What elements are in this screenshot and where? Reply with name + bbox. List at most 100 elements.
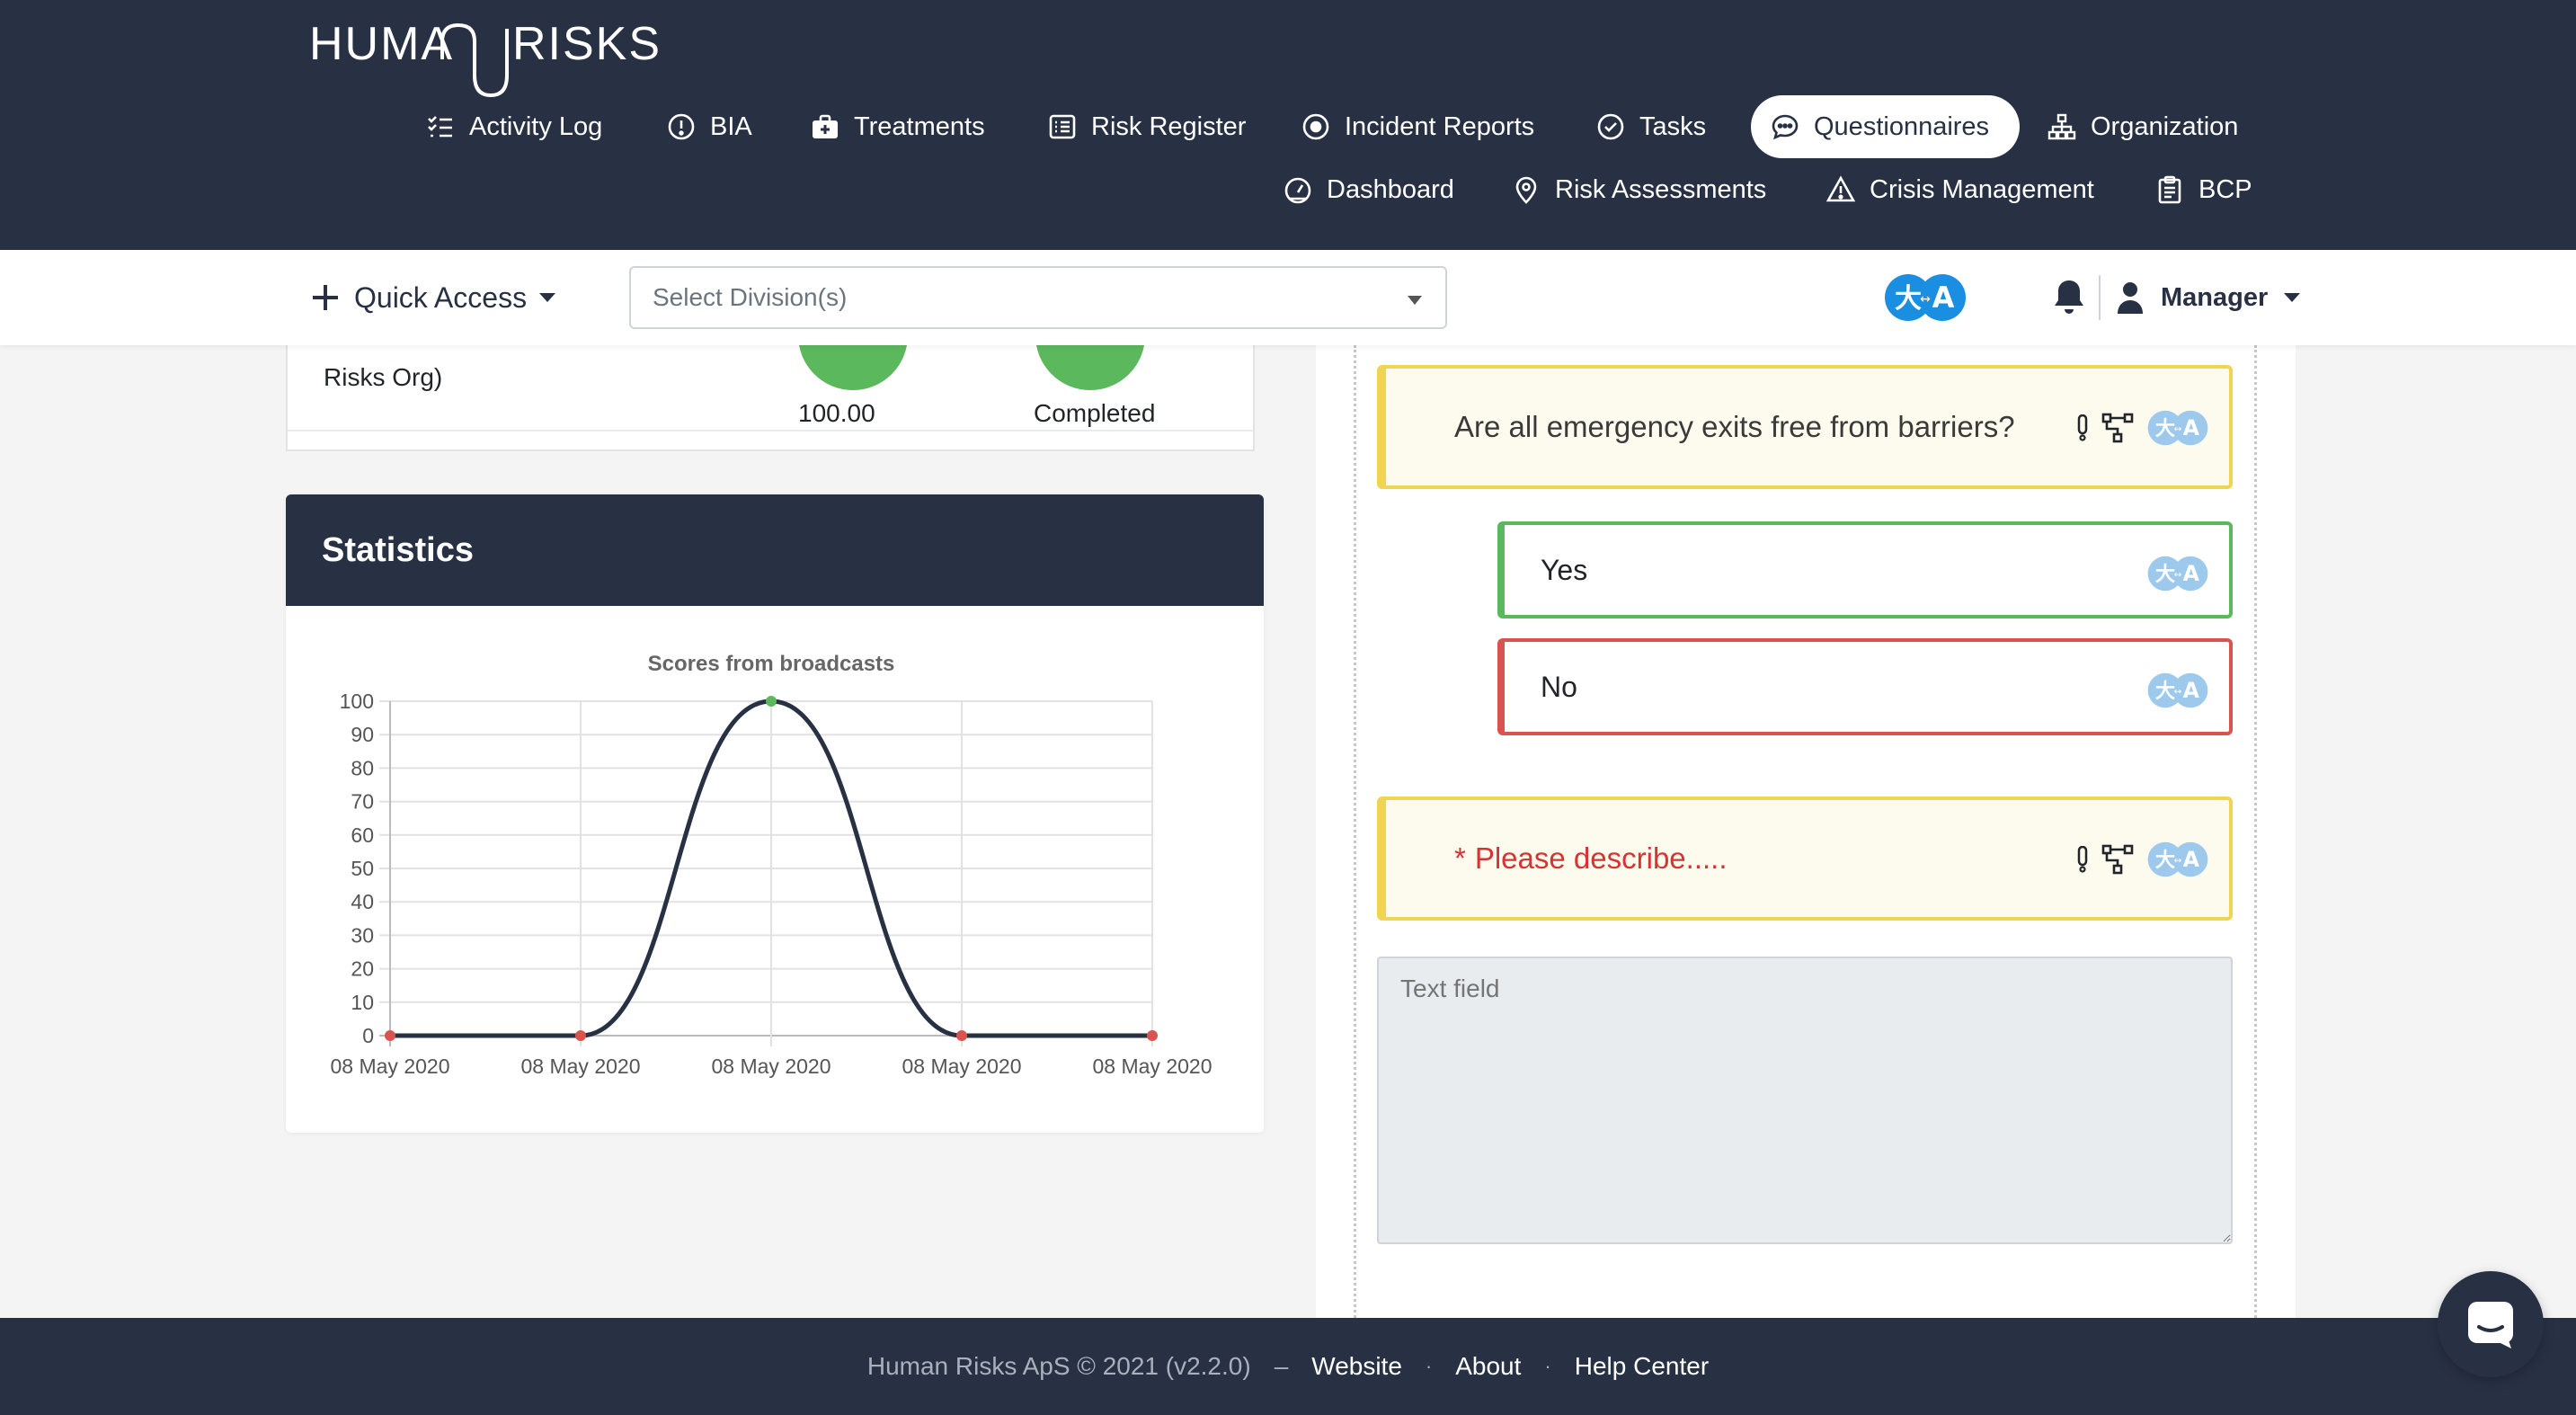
svg-text:↔: ↔ <box>2174 855 2182 866</box>
statistics-title: Statistics <box>322 530 474 569</box>
chart-y-tick-label: 100 <box>340 690 374 713</box>
question-card-describe[interactable]: * Please describe..... 大 ↔ A <box>1377 796 2233 921</box>
nav-bcp[interactable]: BCP <box>2155 158 2252 221</box>
nav-bia[interactable]: BIA <box>667 95 752 158</box>
chart-y-tick-label: 10 <box>351 991 374 1014</box>
chevron-down-icon <box>1408 296 1422 305</box>
map-marker-icon <box>1515 176 1537 204</box>
broadcast-table-fragment: Risks Org) 100.00 Completed <box>286 280 1255 451</box>
statistics-card: Statistics Scores from broadcasts 0 10 20 30… <box>286 494 1264 1133</box>
chart-x-tick-label: 08 May 2020 <box>1093 1055 1212 1078</box>
nav-label: Tasks <box>1639 111 1707 141</box>
footer-copyright: Human Risks ApS © 2021 (v2.2.0) <box>866 1352 1251 1380</box>
nav-tasks[interactable]: Tasks <box>1596 95 1706 158</box>
svg-text:大: 大 <box>2155 680 2175 703</box>
check-circle-icon <box>1597 113 1624 140</box>
svg-text:↔: ↔ <box>2174 423 2182 434</box>
quick-access-label: Quick Access <box>354 280 528 314</box>
svg-text:HUMA: HUMA <box>309 20 454 70</box>
translate-icon[interactable]: 大↔ A <box>2146 410 2209 446</box>
division-select[interactable]: Select Division(s) <box>629 266 1447 329</box>
question-actions: 大 ↔ A <box>2076 410 2209 446</box>
svg-text:大: 大 <box>1895 283 1922 315</box>
required-marker: * <box>1454 841 1466 875</box>
nav-crisis-management[interactable]: Crisis Management <box>1826 158 2094 221</box>
footer-link-help-center[interactable]: Help Center <box>1575 1352 1709 1381</box>
table-row-score: 100.00 <box>798 399 875 427</box>
footer-link-about[interactable]: About <box>1455 1352 1521 1381</box>
table-row-label: Risks Org) <box>324 363 443 391</box>
svg-text:A: A <box>2183 678 2200 703</box>
describe-textarea[interactable] <box>1377 957 2233 1244</box>
chart-y-tick-label: 30 <box>351 923 374 947</box>
quick-access-dropdown[interactable]: Quick Access <box>309 275 556 320</box>
nav-questionnaires[interactable]: Questionnaires <box>1751 95 2021 158</box>
chart-y-tick-label: 0 <box>362 1024 374 1047</box>
chart-x-tick-label: 08 May 2020 <box>521 1055 641 1078</box>
svg-text:大: 大 <box>2155 849 2175 872</box>
nav-organization[interactable]: Organization <box>2047 95 2238 158</box>
clipboard-icon <box>2158 175 2181 204</box>
svg-text:↔: ↔ <box>1920 292 1931 307</box>
user-menu-dropdown[interactable]: Manager <box>2116 275 2301 320</box>
branching-icon[interactable] <box>2101 844 2134 875</box>
nav-dashboard[interactable]: Dashboard <box>1284 158 1454 221</box>
nav-risk-register[interactable]: Risk Register <box>1048 95 1246 158</box>
question-actions: 大 ↔ A <box>2076 841 2209 877</box>
nav-label: Risk Register <box>1091 111 1247 141</box>
chevron-down-icon <box>539 293 556 302</box>
flow-line-left <box>1354 345 1356 1318</box>
chart-x-tick-label: 08 May 2020 <box>902 1055 1022 1078</box>
svg-text:A: A <box>1932 280 1955 315</box>
exclamation-circle-icon <box>668 113 695 140</box>
nav-label: Questionnaires <box>1814 111 1990 141</box>
footer-separator: · <box>1425 1355 1433 1377</box>
translate-icon[interactable]: 大 ↔ A <box>1884 273 1967 322</box>
nav-activity-log[interactable]: Activity Log <box>426 95 602 158</box>
plus-icon <box>313 285 338 310</box>
chat-launcher-button[interactable] <box>2438 1271 2544 1377</box>
nav-label: Dashboard <box>1327 174 1454 204</box>
bell-icon[interactable] <box>2051 277 2087 316</box>
questionnaire-panel: Are all emergency exits free from barrie… <box>1316 345 2296 1318</box>
user-icon <box>2118 282 2143 314</box>
nav-label: BCP <box>2198 174 2252 204</box>
nav-label: BIA <box>710 111 752 141</box>
answer-option-no[interactable]: No 大 ↔ A <box>1497 638 2233 735</box>
svg-text:A: A <box>2183 561 2200 586</box>
translate-icon[interactable]: 大↔ A <box>2146 556 2209 592</box>
chart-data-point <box>575 1030 586 1041</box>
toolbar-divider <box>2099 275 2101 320</box>
chart-data-point <box>956 1030 967 1041</box>
answer-option-yes[interactable]: Yes 大 ↔ A <box>1497 521 2233 619</box>
nav-label: Treatments <box>854 111 985 141</box>
exclamation-icon[interactable] <box>2076 846 2089 873</box>
question-text: Are all emergency exits free from barrie… <box>1454 410 2015 443</box>
chart-y-tick-label: 80 <box>351 756 374 779</box>
chevron-down-icon <box>2284 293 2301 302</box>
chart-y-tick-label: 70 <box>351 790 374 814</box>
question-text: Please describe..... <box>1474 841 1728 875</box>
footer: Human Risks ApS © 2021 (v2.2.0) – Websit… <box>0 1318 2576 1415</box>
svg-text:A: A <box>2183 415 2200 441</box>
nav-treatments[interactable]: Treatments <box>811 95 985 158</box>
chart-y-tick-label: 90 <box>351 723 374 746</box>
translate-icon[interactable]: 大↔ A <box>2146 841 2209 877</box>
answer-label: Yes <box>1541 553 1588 586</box>
exclamation-icon[interactable] <box>2076 414 2089 441</box>
chart-x-tick-label: 08 May 2020 <box>331 1055 450 1078</box>
translate-icon[interactable]: 大↔ A <box>2146 672 2209 708</box>
nav-risk-assessments[interactable]: Risk Assessments <box>1512 158 1766 221</box>
human-risks-logo[interactable]: HUMA RISKS <box>309 20 669 102</box>
statistics-header: Statistics <box>286 494 1264 606</box>
chart-y-tick-label: 20 <box>351 957 374 981</box>
chat-icon <box>2468 1302 2513 1348</box>
branching-icon[interactable] <box>2101 413 2134 443</box>
division-select-placeholder: Select Division(s) <box>653 283 848 311</box>
footer-link-website[interactable]: Website <box>1311 1352 1402 1381</box>
nav-label: Activity Log <box>469 111 603 141</box>
scores-line-chart: Scores from broadcasts 0 10 20 30 40 50 60 70 80 9… <box>331 652 1212 1078</box>
footer-separator: · <box>1544 1355 1551 1377</box>
nav-incident-reports[interactable]: Incident Reports <box>1301 95 1534 158</box>
question-card[interactable]: Are all emergency exits free from barrie… <box>1377 365 2233 489</box>
